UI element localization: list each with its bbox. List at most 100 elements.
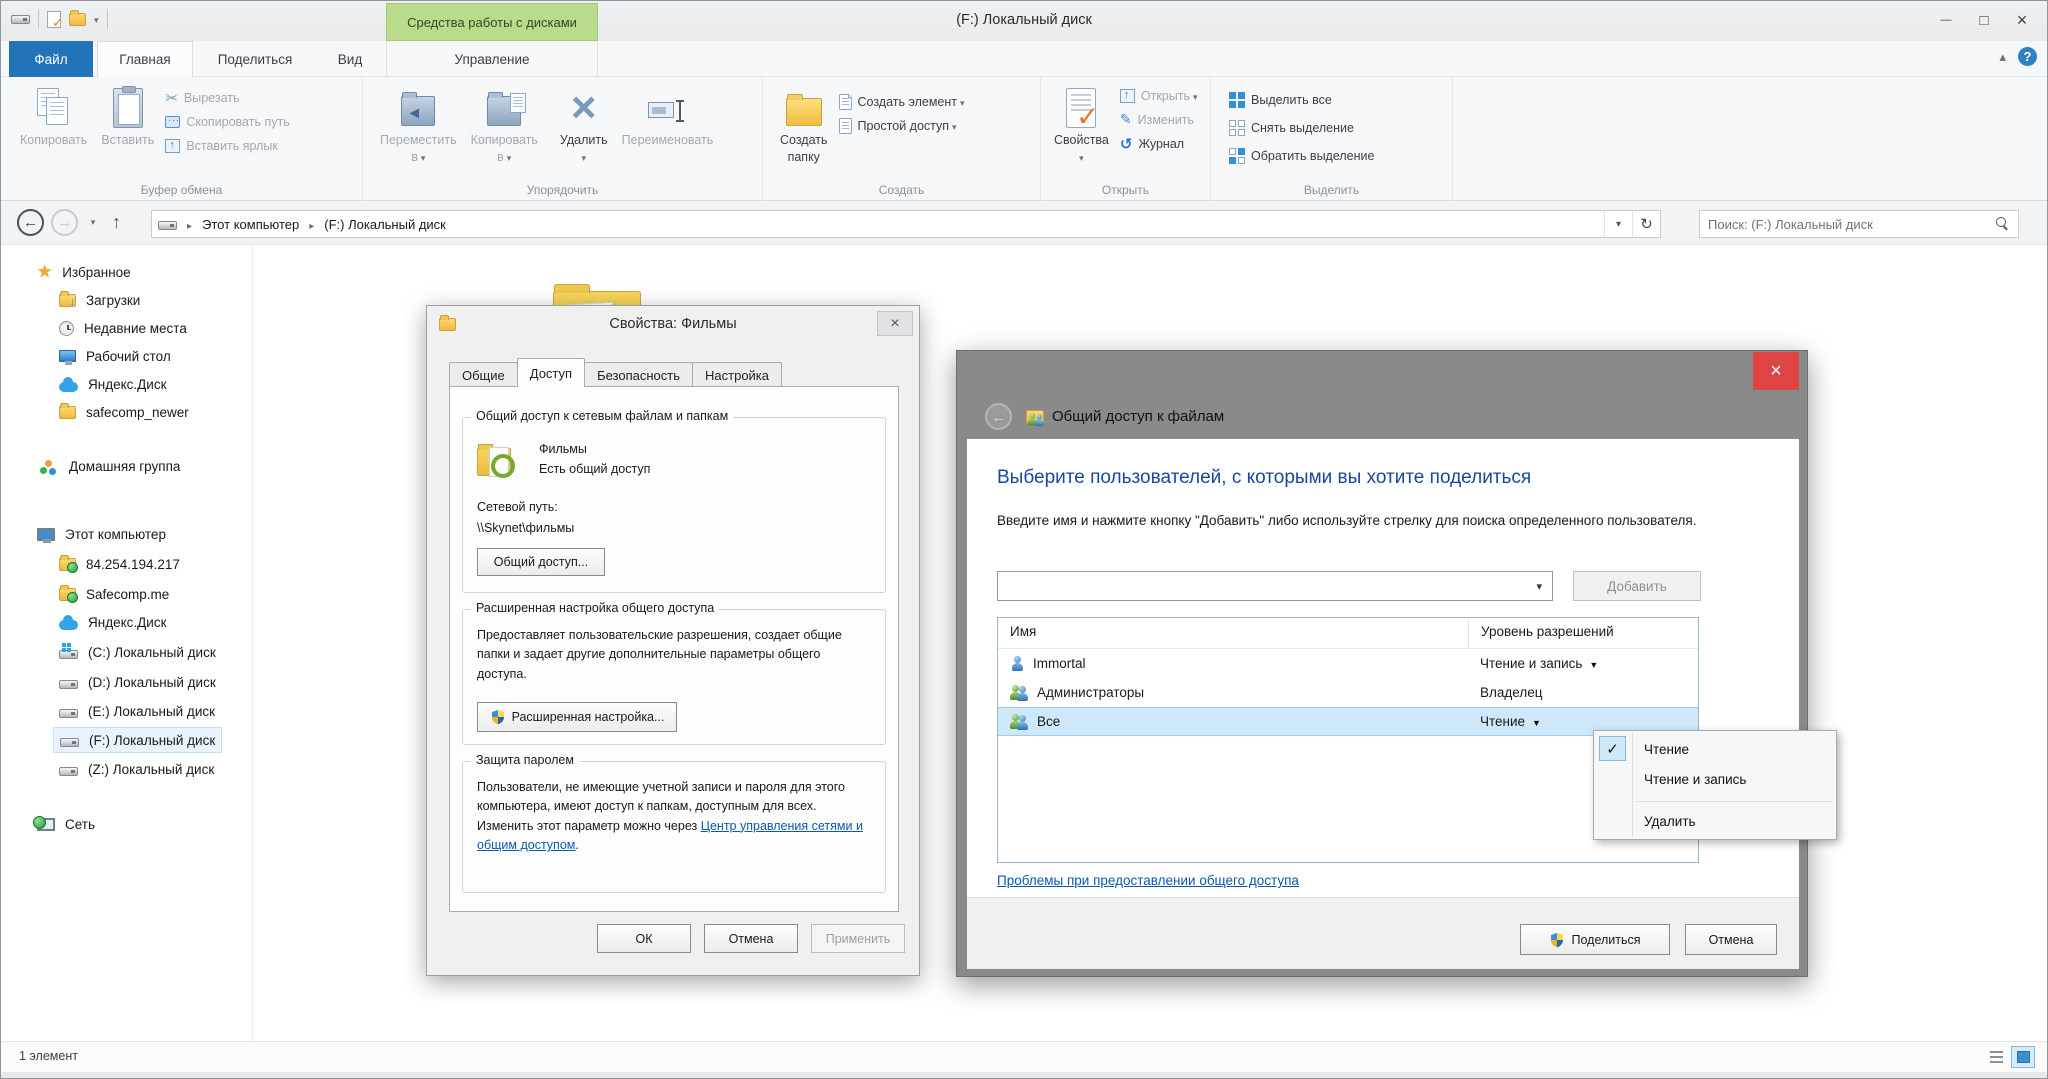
sidebar-item-desktop[interactable]: Рабочий стол [53, 343, 177, 369]
breadcrumb-this-pc[interactable]: Этот компьютер [196, 211, 305, 237]
network-icon [37, 818, 55, 831]
tab-sharing[interactable]: Доступ [517, 358, 585, 387]
refresh-icon[interactable] [1632, 211, 1660, 237]
sidebar-item-drive-d[interactable]: (D:) Локальный диск [53, 669, 222, 695]
sidebar-item-this-pc[interactable]: Этот компьютер [31, 521, 172, 547]
drive-icon[interactable] [11, 15, 30, 24]
share-confirm-button[interactable]: Поделиться [1520, 924, 1670, 955]
advanced-sharing-groupbox: Расширенная настройка общего доступа Пре… [462, 609, 886, 745]
tab-general[interactable]: Общие [449, 362, 518, 387]
combobox-dropdown-icon[interactable] [1536, 580, 1552, 593]
maximize-button[interactable] [1967, 7, 2001, 33]
cloud-icon [59, 382, 78, 392]
user-combobox[interactable] [997, 571, 1553, 601]
properties-button[interactable]: Свойства [1047, 82, 1116, 168]
sidebar-item-safecomp-me[interactable]: Safecomp.me [53, 581, 175, 607]
address-dropdown-icon[interactable] [1604, 211, 1632, 237]
address-input[interactable]: Этот компьютер (F:) Локальный диск [151, 210, 1661, 238]
recent-locations-dropdown[interactable] [85, 209, 101, 236]
edit-button[interactable]: Изменить [1116, 108, 1202, 131]
move-to-button[interactable]: ◄ Переместить в [373, 82, 464, 168]
sidebar-item-favorites[interactable]: Избранное [31, 259, 137, 285]
folder-icon[interactable] [69, 13, 86, 26]
tab-security[interactable]: Безопасность [584, 362, 693, 387]
copy-button[interactable]: Копировать [13, 82, 94, 151]
breadcrumb-drive-f[interactable]: (F:) Локальный диск [318, 211, 452, 237]
sharing-tab-panel: Общий доступ к сетевым файлам и папкам Ф… [449, 386, 899, 912]
copy-path-button[interactable]: Скопировать путь [161, 110, 293, 133]
search-input[interactable] [1708, 217, 1996, 232]
help-icon[interactable]: ? [2018, 47, 2037, 66]
sidebar-item-downloads[interactable]: Загрузки [53, 287, 146, 313]
tab-manage[interactable]: Управление [386, 41, 598, 77]
network-sharing-groupbox: Общий доступ к сетевым файлам и папкам Ф… [462, 417, 886, 593]
context-ribbon-tab-disk-tools[interactable]: Средства работы с дисками [386, 3, 598, 41]
sidebar-item-drive-f[interactable]: (F:) Локальный диск [53, 727, 222, 753]
sidebar-item-ip-folder[interactable]: 84.254.194.217 [53, 551, 186, 577]
thumbnails-view-button[interactable] [2011, 1046, 2035, 1068]
open-button[interactable]: Открыть [1116, 84, 1202, 107]
rename-button[interactable]: Переименовать [615, 82, 721, 151]
copy-to-icon [487, 96, 521, 126]
permission-dropdown[interactable]: Чтение и запись [1480, 656, 1598, 671]
sidebar-item-safecomp-newer[interactable]: safecomp_newer [53, 399, 195, 425]
sidebar-item-network[interactable]: Сеть [31, 811, 101, 837]
share-button[interactable]: Общий доступ... [477, 548, 605, 576]
tab-share[interactable]: Поделиться [197, 41, 313, 77]
sidebar-item-yandex-disk[interactable]: Яндекс.Диск [53, 371, 173, 397]
sidebar-item-recent-places[interactable]: Недавние места [53, 315, 193, 341]
forward-button[interactable]: → [51, 209, 78, 236]
sidebar-item-yandex-disk-2[interactable]: Яндекс.Диск [53, 609, 173, 635]
new-item-button[interactable]: Создать элемент [835, 90, 969, 113]
invert-selection-button[interactable]: Обратить выделение [1225, 144, 1378, 167]
menu-item-remove[interactable]: Удалить [1644, 807, 1696, 835]
back-button[interactable]: ← [17, 209, 44, 236]
ok-button[interactable]: ОК [597, 924, 691, 953]
close-button[interactable] [2005, 7, 2039, 33]
collapse-ribbon-icon[interactable] [1999, 48, 2006, 66]
minimize-button[interactable] [1929, 7, 1963, 33]
tab-view[interactable]: Вид [317, 41, 383, 77]
tab-home[interactable]: Главная [97, 41, 193, 77]
properties-icon[interactable] [47, 11, 61, 28]
cancel-button[interactable]: Отмена [704, 924, 798, 953]
paste-shortcut-button[interactable]: Вставить ярлык [161, 134, 293, 157]
add-button[interactable]: Добавить [1573, 571, 1701, 601]
history-button[interactable]: Журнал [1116, 132, 1202, 155]
sharing-cancel-button[interactable]: Отмена [1685, 924, 1777, 955]
sharing-problems-link[interactable]: Проблемы при предоставлении общего досту… [997, 873, 1299, 888]
new-folder-button[interactable]: Создать папку [773, 82, 835, 168]
sidebar-item-homegroup[interactable]: Домашняя группа [31, 453, 186, 479]
search-box[interactable] [1699, 210, 2019, 238]
sidebar-item-drive-z[interactable]: (Z:) Локальный диск [53, 756, 220, 782]
details-view-button[interactable] [1984, 1046, 2008, 1068]
easy-access-button[interactable]: Простой доступ [835, 114, 969, 137]
advanced-sharing-button[interactable]: Расширенная настройка... [477, 702, 677, 732]
column-permission[interactable]: Уровень разрешений [1468, 618, 1698, 648]
copy-to-button[interactable]: Копировать в [464, 82, 545, 168]
qat-dropdown-icon[interactable] [94, 10, 99, 28]
select-all-button[interactable]: Выделить все [1225, 88, 1378, 111]
apply-button[interactable]: Применить [811, 924, 905, 953]
network-folder-icon [59, 558, 76, 571]
sharing-dialog-close-button[interactable] [1753, 352, 1799, 390]
paste-button[interactable]: Вставить [94, 82, 161, 151]
up-button[interactable]: ↑ [103, 209, 130, 236]
cut-button[interactable]: Вырезать [161, 86, 293, 109]
menu-item-read[interactable]: Чтение [1644, 735, 1689, 763]
properties-dialog-close-button[interactable] [877, 311, 913, 336]
delete-button[interactable]: Удалить [553, 82, 615, 168]
back-icon[interactable] [985, 403, 1012, 430]
menu-item-read-write[interactable]: Чтение и запись [1644, 765, 1746, 793]
tab-file[interactable]: Файл [9, 41, 93, 77]
table-row-immortal[interactable]: Immortal Чтение и запись [998, 649, 1698, 678]
select-none-button[interactable]: Снять выделение [1225, 116, 1378, 139]
sidebar-item-drive-e[interactable]: (E:) Локальный диск [53, 698, 221, 724]
delete-icon [571, 90, 597, 126]
permission-dropdown[interactable]: Чтение [1480, 714, 1541, 729]
new-item-icon [839, 94, 852, 110]
sidebar-item-drive-c[interactable]: (C:) Локальный диск [53, 639, 222, 665]
table-row-administrators[interactable]: Администраторы Владелец [998, 678, 1698, 707]
tab-customize[interactable]: Настройка [692, 362, 782, 387]
column-name[interactable]: Имя [998, 618, 1468, 648]
